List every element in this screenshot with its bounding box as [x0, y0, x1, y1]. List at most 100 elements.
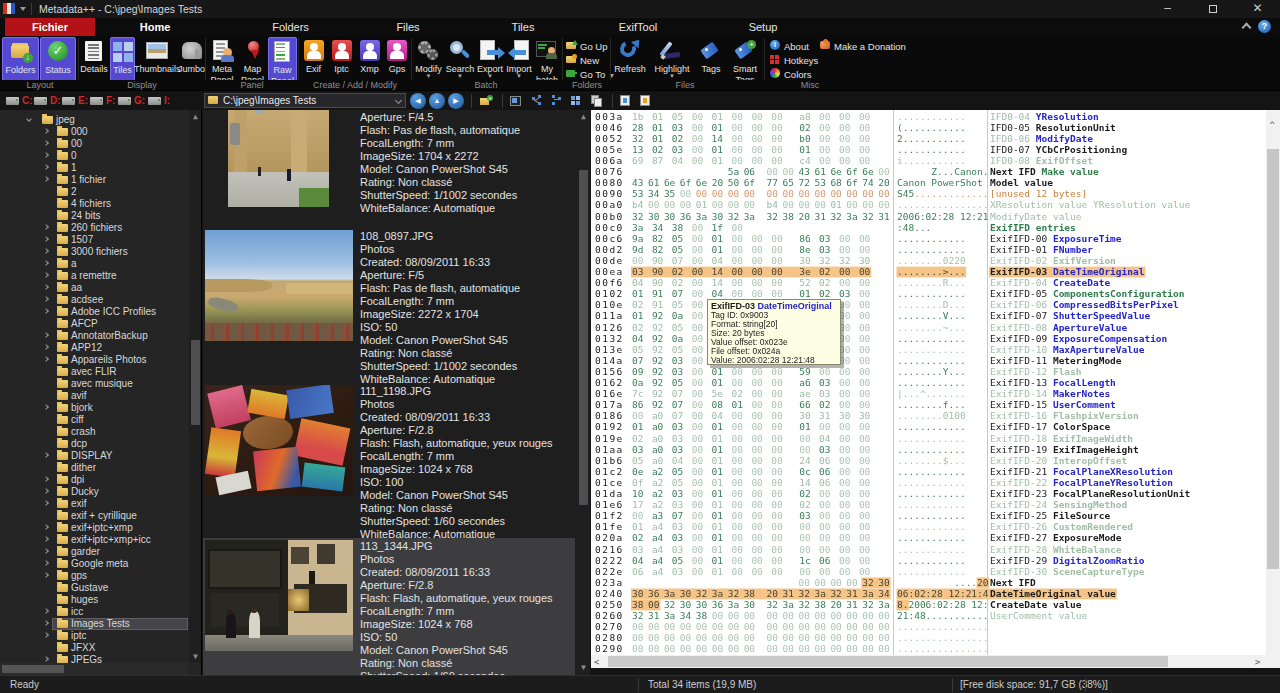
expand-arrow-icon[interactable] — [43, 656, 49, 662]
hex-row-0080[interactable] — [591, 178, 1266, 189]
hex-row-0216[interactable] — [591, 544, 1266, 555]
minimize-button[interactable]: – — [1145, 0, 1190, 18]
menu-tab-exiftool[interactable]: ExifTool — [598, 18, 678, 36]
hex-vscrollbar[interactable] — [1266, 110, 1280, 668]
hex-row-019e[interactable] — [591, 433, 1266, 444]
menu-tab-fichier[interactable]: Fichier — [5, 18, 95, 36]
hex-row-0186[interactable] — [591, 411, 1266, 422]
ribbon-button-new[interactable]: New — [566, 53, 599, 66]
menu-tab-setup[interactable]: Setup — [733, 18, 793, 36]
expand-arrow-icon[interactable] — [43, 524, 49, 530]
tree-item-260-fichiers[interactable]: 260 fichiers — [0, 222, 201, 234]
add-folder-icon[interactable]: + — [479, 95, 492, 107]
scroll-up-icon[interactable]: ▲ — [193, 112, 198, 121]
hex-row-0126[interactable] — [591, 322, 1266, 333]
expand-arrow-icon[interactable] — [43, 176, 49, 182]
hex-row-00a0[interactable] — [591, 200, 1266, 211]
tree-item-crash[interactable]: crash — [0, 426, 201, 438]
hex-row-01e6[interactable] — [591, 500, 1266, 511]
tree-item-24-bits[interactable]: 24 bits — [0, 210, 201, 222]
menu-tab-home[interactable]: Home — [125, 18, 185, 36]
nav-back-button[interactable]: ◀ — [410, 93, 426, 109]
expand-arrow-icon[interactable] — [43, 536, 49, 542]
expand-arrow-icon[interactable] — [43, 572, 49, 578]
ribbon-button-gps[interactable]: Gps — [384, 37, 410, 81]
expand-arrow-icon[interactable] — [43, 548, 49, 554]
tree-item-huges[interactable]: huges — [0, 594, 201, 606]
hex-row-0076[interactable] — [591, 167, 1266, 178]
tree-item-exif-iptc-xmp-icc[interactable]: exif+iptc+xmp+icc — [0, 534, 201, 546]
help-button[interactable]: ? — [1258, 20, 1271, 33]
expand-arrow-icon[interactable] — [43, 608, 49, 614]
ribbon-button-map-panel[interactable]: MapPanel — [238, 37, 267, 81]
hex-row-01f2[interactable] — [591, 511, 1266, 522]
ribbon-button-colors[interactable]: Colors — [770, 67, 811, 80]
ribbon-button-status[interactable]: ✓Status — [40, 37, 76, 81]
tree-item-display[interactable]: DISPLAY — [0, 450, 201, 462]
ribbon-button-go-to[interactable]: Go To▼ — [566, 67, 615, 80]
expand-arrow-icon[interactable] — [43, 404, 49, 410]
hex-row-005e[interactable] — [591, 144, 1266, 155]
tree-item-dpi[interactable]: dpi — [0, 474, 201, 486]
ribbon-button-export[interactable]: Export▼ — [476, 37, 504, 81]
tree-scrollbar[interactable] — [189, 110, 202, 663]
expand-arrow-icon[interactable] — [43, 152, 49, 158]
hex-row-006a[interactable] — [591, 155, 1266, 166]
tree-item-1[interactable]: 1 — [0, 162, 201, 174]
tree-item-exif-iptc-xmp[interactable]: exif+iptc+xmp — [0, 522, 201, 534]
ribbon-button-folders[interactable]: ↓Folders — [2, 37, 39, 81]
ribbon-button-meta-panel[interactable]: MetaPanel — [207, 37, 237, 81]
ribbon-button-about[interactable]: iAbout — [770, 39, 809, 52]
tree-item-app12[interactable]: APP12 — [0, 342, 201, 354]
collapse-arrow-icon[interactable] — [26, 116, 32, 122]
hex-row-00b0[interactable] — [591, 211, 1266, 222]
tree-item-icc[interactable]: icc — [0, 606, 201, 618]
hex-row-020a[interactable] — [591, 533, 1266, 544]
ribbon-button-raw-panel[interactable]: RawPanel — [268, 37, 297, 81]
hex-row-01aa[interactable] — [591, 444, 1266, 455]
hex-row-0090[interactable] — [591, 189, 1266, 200]
tree-item-ducky[interactable]: Ducky — [0, 486, 201, 498]
tree-item-00[interactable]: 00 — [0, 138, 201, 150]
expand-arrow-icon[interactable] — [43, 164, 49, 170]
hex-row-003a[interactable] — [591, 111, 1266, 122]
expand-arrow-icon[interactable] — [43, 476, 49, 482]
hex-row-016e[interactable] — [591, 389, 1266, 400]
tree-scrollbar-thumb[interactable] — [191, 340, 200, 425]
hex-row-0260[interactable] — [591, 611, 1266, 622]
address-bar[interactable]: C:\jpeg\Images Tests — [204, 93, 406, 108]
tree-item-images-tests[interactable]: Images Tests — [0, 618, 201, 630]
ribbon-button-tiles[interactable]: Tiles — [110, 37, 135, 81]
expand-arrow-icon[interactable] — [43, 260, 49, 266]
ribbon-button-highlight[interactable]: Highlight▼ — [650, 37, 694, 81]
tree-item-2[interactable]: 2 — [0, 186, 201, 198]
expand-arrow-icon[interactable] — [43, 488, 49, 494]
tree-item-annotatorbackup[interactable]: AnnotatorBackup — [0, 330, 201, 342]
expand-arrow-icon[interactable] — [43, 284, 49, 290]
expand-arrow-icon[interactable] — [43, 224, 49, 230]
hex-row-0162[interactable] — [591, 377, 1266, 388]
hex-row-00f6[interactable] — [591, 278, 1266, 289]
expand-arrow-icon[interactable] — [43, 356, 49, 362]
tree-item-aa[interactable]: aa — [0, 282, 201, 294]
ribbon-button-iptc[interactable]: Iptc — [328, 37, 355, 81]
menu-tab-folders[interactable]: Folders — [253, 18, 328, 36]
expand-arrow-icon[interactable] — [43, 452, 49, 458]
hex-row-014a[interactable] — [591, 355, 1266, 366]
tree-item-dcp[interactable]: dcp — [0, 438, 201, 450]
ribbon-button-jumbo[interactable]: Jumbo — [178, 37, 205, 81]
ribbon-button-import[interactable]: Import▼ — [505, 37, 533, 81]
expand-arrow-icon[interactable] — [43, 296, 49, 302]
menu-tab-files[interactable]: Files — [378, 18, 438, 36]
tree-item-avec-flir[interactable]: avec FLIR — [0, 366, 201, 378]
hex-row-00c0[interactable] — [591, 222, 1266, 233]
tree-item-4-fichiers[interactable]: 4 fichiers — [0, 198, 201, 210]
hex-row-0222[interactable] — [591, 555, 1266, 566]
tree-item-avif[interactable]: avif — [0, 390, 201, 402]
hex-row-0102[interactable] — [591, 289, 1266, 300]
address-dropdown-icon[interactable] — [395, 97, 402, 104]
file-item-108-0897-jpg[interactable]: 108_0897.JPGPhotosCreated: 08/09/2011 16… — [203, 228, 575, 383]
hex-row-00ea[interactable] — [591, 266, 1266, 277]
expand-arrow-icon[interactable] — [43, 344, 49, 350]
tree-item-0[interactable]: 0 — [0, 150, 201, 162]
